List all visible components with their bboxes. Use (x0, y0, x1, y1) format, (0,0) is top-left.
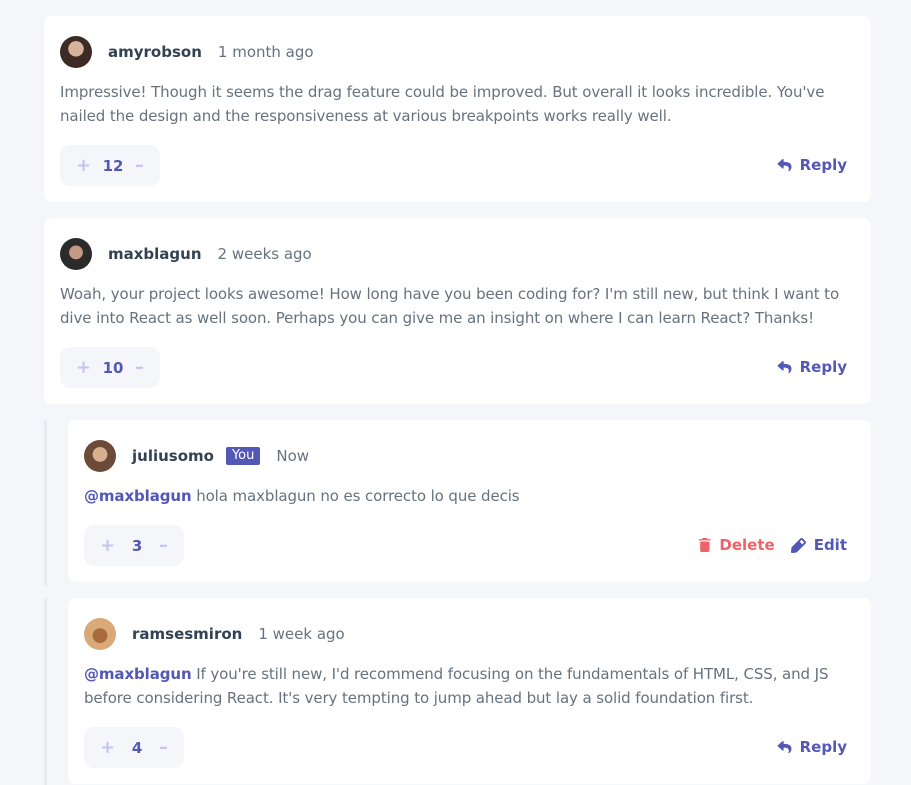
comment-actions: Reply (777, 156, 847, 174)
comment-actions: Reply (777, 738, 847, 756)
reply-text: If you're still new, I'd recommend focus… (84, 665, 829, 707)
vote-control: + 3 – (84, 525, 184, 566)
reply-card: ramsesmiron 1 week ago @maxblagun If you… (68, 598, 871, 784)
comment-actions: Reply (777, 358, 847, 376)
reply-label: Reply (799, 738, 847, 756)
reply-icon (777, 360, 792, 373)
reply-icon (777, 740, 792, 753)
comment-header: ramsesmiron 1 week ago (84, 618, 345, 650)
edit-button[interactable]: Edit (790, 536, 847, 554)
timestamp: 2 weeks ago (217, 245, 312, 263)
comment-actions: Delete Edit (699, 536, 847, 554)
delete-button[interactable]: Delete (699, 536, 775, 554)
timestamp: Now (276, 447, 310, 465)
score: 12 (102, 156, 124, 175)
vote-control: + 4 – (84, 727, 184, 768)
delete-icon (699, 538, 712, 552)
username[interactable]: ramsesmiron (132, 625, 242, 643)
score: 3 (131, 536, 143, 555)
username[interactable]: maxblagun (108, 245, 202, 263)
username[interactable]: amyrobson (108, 43, 202, 61)
avatar (60, 238, 92, 270)
mention[interactable]: @maxblagun (84, 665, 192, 683)
you-badge: You (225, 447, 261, 465)
minus-icon[interactable]: – (135, 357, 144, 378)
timestamp: 1 week ago (258, 625, 345, 643)
reply-icon (777, 158, 792, 171)
delete-label: Delete (719, 536, 775, 554)
plus-icon[interactable]: + (100, 535, 115, 556)
plus-icon[interactable]: + (100, 737, 115, 758)
thread-line (44, 420, 47, 586)
edit-icon (790, 537, 806, 553)
username[interactable]: juliusomo (132, 447, 214, 465)
minus-icon[interactable]: – (135, 155, 144, 176)
comment-card: maxblagun 2 weeks ago Woah, your project… (44, 218, 871, 404)
reply-text: hola maxblagun no es correcto lo que dec… (191, 487, 520, 505)
comment-card: amyrobson 1 month ago Impressive! Though… (44, 16, 871, 202)
reply-button[interactable]: Reply (777, 358, 847, 376)
plus-icon[interactable]: + (76, 155, 91, 176)
reply-card: juliusomo You Now @maxblagun hola maxbla… (68, 420, 871, 582)
reply-label: Reply (799, 358, 847, 376)
comment-text: @maxblagun hola maxblagun no es correcto… (84, 484, 847, 508)
mention[interactable]: @maxblagun (84, 487, 192, 505)
avatar (60, 36, 92, 68)
reply-button[interactable]: Reply (777, 156, 847, 174)
edit-label: Edit (813, 536, 847, 554)
score: 10 (102, 358, 124, 377)
comment-text: Woah, your project looks awesome! How lo… (60, 285, 840, 327)
minus-icon[interactable]: – (159, 737, 168, 758)
minus-icon[interactable]: – (159, 535, 168, 556)
comment-header: maxblagun 2 weeks ago (60, 238, 312, 270)
reply-button[interactable]: Reply (777, 738, 847, 756)
comment-header: amyrobson 1 month ago (60, 36, 314, 68)
vote-control: + 10 – (60, 347, 160, 388)
score: 4 (131, 738, 143, 757)
plus-icon[interactable]: + (76, 357, 91, 378)
vote-control: + 12 – (60, 145, 160, 186)
avatar (84, 440, 116, 472)
comment-text: @maxblagun If you're still new, I'd reco… (84, 662, 847, 710)
timestamp: 1 month ago (217, 43, 314, 61)
comment-header: juliusomo You Now (84, 440, 309, 472)
thread-line (44, 598, 47, 785)
reply-label: Reply (799, 156, 847, 174)
comment-text: Impressive! Though it seems the drag fea… (60, 83, 825, 125)
avatar (84, 618, 116, 650)
